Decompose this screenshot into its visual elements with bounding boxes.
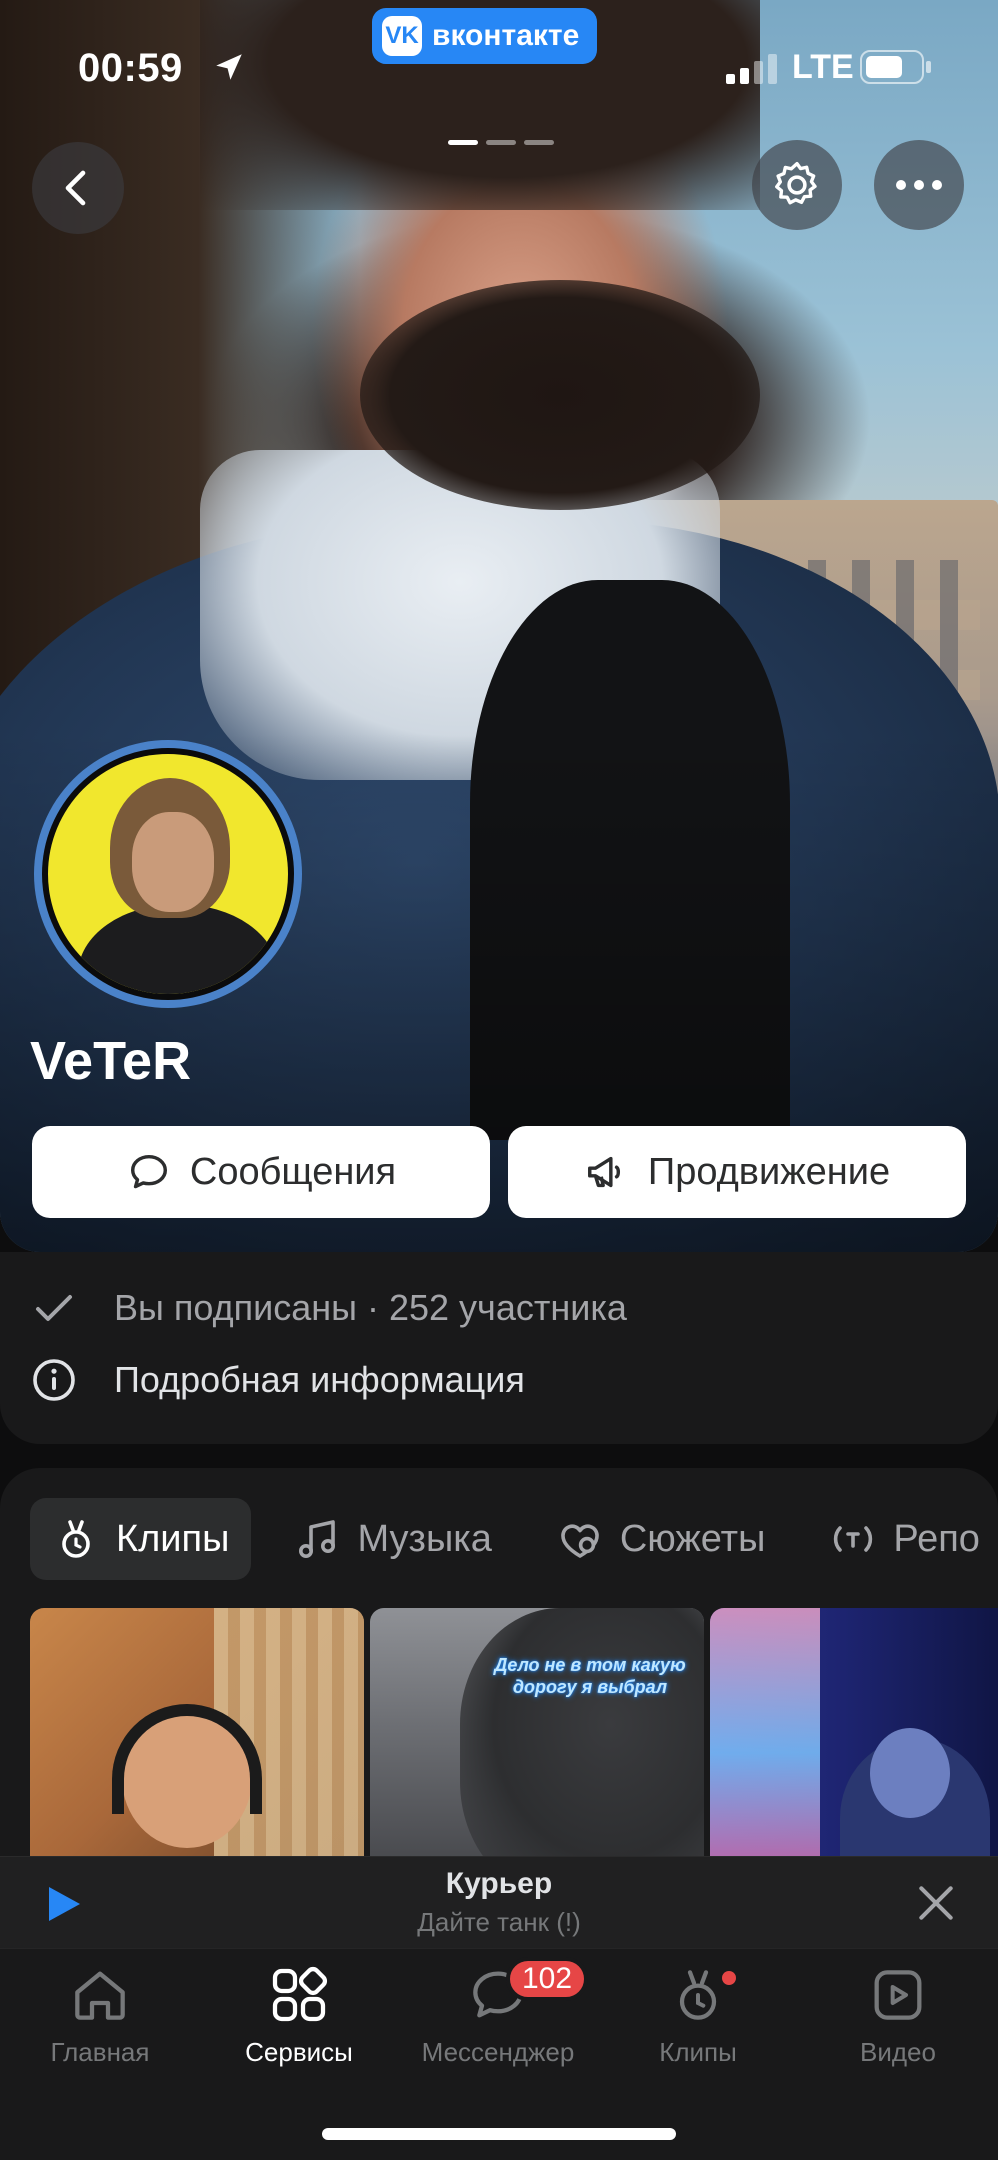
tab-home[interactable]: Главная: [0, 1963, 200, 2068]
clip-thumbnail[interactable]: [30, 1608, 364, 1898]
more-button[interactable]: [874, 140, 964, 230]
group-title: VeTeR: [30, 1031, 192, 1091]
details-link[interactable]: Подробная информация: [30, 1356, 525, 1404]
tab-clips-nav[interactable]: Клипы: [598, 1963, 798, 2068]
unread-badge: 102: [506, 1957, 589, 2001]
details-text: Подробная информация: [114, 1359, 525, 1400]
vk-logo-icon: VK: [382, 16, 422, 56]
settings-button[interactable]: [752, 140, 842, 230]
cover-beard: [360, 280, 760, 510]
back-button[interactable]: [32, 142, 124, 234]
promotion-button-label: Продвижение: [647, 1150, 891, 1193]
mini-player[interactable]: Курьер Дайте танк (!): [0, 1856, 998, 1948]
subscription-text: Вы подписаны · 252 участника: [114, 1287, 627, 1328]
home-icon: [75, 1971, 125, 2020]
app-pill[interactable]: VK вконтакте: [372, 8, 598, 64]
tab-label: Клипы: [116, 1517, 230, 1560]
messages-button[interactable]: Сообщения: [32, 1126, 490, 1218]
tab-label: Сервисы: [245, 2037, 353, 2067]
info-icon: [33, 1359, 75, 1401]
tab-broadcasts[interactable]: Репо: [807, 1498, 998, 1580]
tab-video[interactable]: Видео: [798, 1963, 998, 2068]
group-info-card: Вы подписаны · 252 участника Подробная и…: [0, 1252, 998, 1444]
avatar: [48, 754, 288, 994]
chat-bubble-icon: [130, 1154, 167, 1189]
tab-label: Сюжеты: [619, 1517, 766, 1560]
tab-label: Клипы: [659, 2037, 737, 2067]
location-arrow-icon: [216, 54, 242, 80]
subscription-status[interactable]: Вы подписаны · 252 участника: [30, 1284, 627, 1332]
clip-thumbnail[interactable]: Дело не в том какую дорогу я выбрал: [370, 1608, 704, 1898]
tab-label: Видео: [860, 2037, 936, 2067]
status-time: 00:59: [78, 46, 183, 90]
services-icon: [272, 1966, 328, 2022]
group-avatar[interactable]: [34, 740, 302, 1008]
clips-icon: [62, 1520, 90, 1558]
clip-caption: Дело не в том какую дорогу я выбрал: [494, 1655, 686, 1697]
chevron-left-icon: [65, 170, 86, 206]
tab-label: Мессенджер: [421, 2037, 575, 2067]
video-icon: [874, 1970, 922, 2020]
track-title: Курьер: [445, 1867, 553, 1900]
app-pill-label: вконтакте: [432, 19, 580, 52]
home-indicator[interactable]: [322, 2128, 676, 2140]
megaphone-icon: [587, 1156, 620, 1188]
tab-messenger[interactable]: 102 Мессенджер: [398, 1957, 598, 2068]
clip-thumbnail[interactable]: [710, 1608, 998, 1898]
track-artist: Дайте танк (!): [417, 1907, 581, 1937]
clips-icon: [679, 1970, 717, 2020]
stories-icon: [561, 1524, 599, 1558]
network-type: LTE: [792, 48, 854, 86]
tab-clips[interactable]: Клипы: [30, 1498, 252, 1580]
signal-icon: [726, 54, 777, 84]
more-horizontal-icon: [896, 180, 942, 190]
checkmark-icon: [36, 1295, 72, 1321]
tab-label: Репо: [893, 1517, 980, 1560]
new-content-dot: [722, 1971, 736, 1985]
battery-icon: [860, 50, 931, 84]
music-icon: [299, 1520, 336, 1558]
promotion-button[interactable]: Продвижение: [508, 1126, 966, 1218]
cover-page-indicator: [448, 140, 554, 145]
tab-music[interactable]: Музыка: [271, 1498, 513, 1580]
tab-label: Музыка: [357, 1517, 492, 1560]
content-tabs: Клипы Музыка Сюжеты Репо: [30, 1498, 998, 1580]
tab-services[interactable]: Сервисы: [199, 1963, 399, 2068]
tab-stories[interactable]: Сюжеты: [534, 1498, 788, 1580]
tab-label: Главная: [50, 2037, 150, 2067]
clips-grid: Дело не в том какую дорогу я выбрал: [30, 1608, 998, 1898]
messages-button-label: Сообщения: [189, 1150, 397, 1193]
gear-icon: [775, 161, 817, 205]
broadcast-icon: [834, 1526, 873, 1552]
close-icon[interactable]: [914, 1881, 958, 1925]
